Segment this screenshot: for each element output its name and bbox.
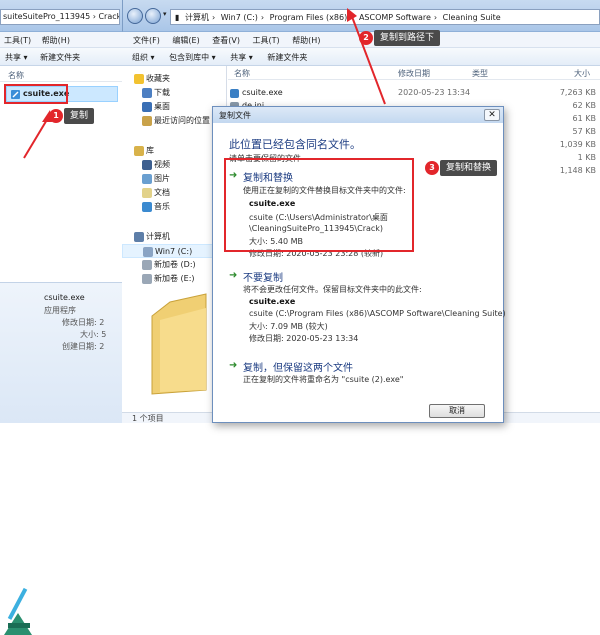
left-toolbar: 共享 ▾ 新建文件夹: [0, 48, 122, 66]
annotation-number: 3: [425, 161, 439, 175]
nav-music[interactable]: 音乐: [122, 200, 170, 214]
annotation-arrow-icon: [23, 110, 52, 159]
desktop-icon: [142, 102, 152, 112]
detail-file-name: csuite.exe: [44, 293, 85, 302]
nav-favorites[interactable]: 收藏夹: [122, 72, 170, 86]
organize-button[interactable]: 组织 ▾: [126, 48, 161, 67]
detail-size-label: 大小: 5: [80, 330, 107, 339]
detail-file-type: 应用程序: [44, 306, 76, 315]
left-menu-tools[interactable]: 工具(T): [0, 32, 35, 49]
option-file-name: csuite.exe: [249, 297, 296, 306]
annotation-arrow-icon: [347, 8, 386, 105]
nav-videos[interactable]: 视频: [122, 158, 170, 172]
dialog-title: 复制文件: [219, 111, 251, 120]
include-library-button[interactable]: 包含到库中 ▾: [163, 48, 222, 67]
nav-pictures[interactable]: 图片: [122, 172, 170, 186]
menu-edit[interactable]: 编辑(E): [167, 32, 204, 49]
app-large-icon: [4, 587, 32, 635]
nav-downloads[interactable]: 下载: [122, 86, 170, 100]
star-icon: [134, 74, 144, 84]
column-type[interactable]: 类型: [472, 68, 488, 79]
menu-tools[interactable]: 工具(T): [248, 32, 285, 49]
download-icon: [142, 88, 152, 98]
nav-drive-d[interactable]: 新加卷 (D:): [122, 258, 196, 272]
music-icon: [142, 202, 152, 212]
nav-drive-e[interactable]: 新加卷 (E:): [122, 272, 195, 286]
picture-icon: [142, 174, 152, 184]
drive-icon: [143, 247, 153, 257]
left-menu-bar: 工具(T) 帮助(H): [0, 32, 122, 48]
left-menu-help[interactable]: 帮助(H): [38, 32, 74, 49]
video-icon: [142, 160, 152, 170]
library-icon: [134, 146, 144, 156]
left-address-text: suiteSuitePro_113945 › Crack: [3, 12, 120, 21]
annotation-box-copy: [4, 84, 68, 104]
close-button[interactable]: ✕: [484, 109, 500, 121]
option-size: 大小: 7.09 MB (较大): [249, 322, 328, 331]
nav-documents[interactable]: 文档: [122, 186, 170, 200]
document-icon: [142, 188, 152, 198]
option-desc: 正在复制的文件将重命名为 "csuite (2).exe": [243, 375, 404, 384]
menu-help[interactable]: 帮助(H): [287, 32, 325, 49]
file-row[interactable]: csuite.exe 2020-05-23 13:34 7,263 KB: [230, 88, 600, 100]
annotation-number: 1: [49, 109, 63, 123]
dialog-titlebar: 复制文件 ✕: [213, 107, 503, 123]
computer-icon: [134, 232, 144, 242]
column-name[interactable]: 名称: [234, 68, 250, 79]
annotation-label: 复制: [64, 108, 95, 124]
column-date[interactable]: 修改日期: [398, 68, 430, 79]
nav-desktop[interactable]: 桌面: [122, 100, 170, 114]
arrow-right-icon: ➜: [229, 360, 238, 371]
back-button[interactable]: [127, 8, 143, 24]
cancel-button[interactable]: 取消: [429, 404, 485, 418]
option-modified: 修改日期: 2020-05-23 13:34: [249, 334, 359, 343]
folder-icon: ▮: [175, 13, 180, 22]
menu-file[interactable]: 文件(F): [128, 32, 165, 49]
dialog-heading: 此位置已经包含同名文件。: [229, 138, 361, 151]
nav-libraries[interactable]: 库: [122, 144, 154, 158]
nav-drive-c[interactable]: Win7 (C:): [122, 244, 226, 258]
option-title: 复制，但保留这两个文件: [243, 363, 353, 374]
new-folder-button[interactable]: 新建文件夹: [261, 48, 313, 67]
app-icon: [230, 89, 239, 98]
arrow-right-icon: ➜: [229, 270, 238, 281]
file-list-header: 名称 修改日期 类型 大小: [228, 66, 600, 80]
left-details-pane: csuite.exe 应用程序 修改日期: 2 大小: 5 创建日期: 2: [0, 282, 122, 635]
history-chevron-icon[interactable]: ▾: [163, 10, 167, 18]
path-segment-computer[interactable]: 计算机: [185, 13, 209, 22]
option-path: csuite (C:\Program Files (x86)\ASCOMP So…: [249, 309, 506, 318]
left-address-bar[interactable]: suiteSuitePro_113945 › Crack: [0, 9, 120, 25]
path-segment-cleaning-suite[interactable]: Cleaning Suite: [443, 13, 501, 22]
nav-computer[interactable]: 计算机: [122, 230, 170, 244]
left-share-button[interactable]: 共享 ▾: [0, 48, 33, 67]
option-title: 不要复制: [243, 273, 283, 284]
column-size[interactable]: 大小: [574, 68, 590, 79]
detail-modified-label: 修改日期: 2: [62, 318, 105, 327]
annotation-label: 复制到路径下: [374, 30, 441, 46]
annotation-number: 2: [359, 31, 373, 45]
option-desc: 将不会更改任何文件。保留目标文件夹中的此文件:: [243, 285, 422, 294]
drive-icon: [142, 260, 152, 270]
menu-view[interactable]: 查看(V): [207, 32, 245, 49]
forward-button[interactable]: [145, 8, 161, 24]
folder-large-icon: [151, 293, 207, 395]
copy-file-dialog: 复制文件 ✕ 此位置已经包含同名文件。 请单击要保留的文件 ➜ 复制和替换 使用…: [212, 106, 506, 423]
recent-places-icon: [142, 116, 152, 126]
detail-created-label: 创建日期: 2: [62, 342, 105, 351]
path-segment-program-files[interactable]: Program Files (x86): [270, 13, 348, 22]
path-segment-drive[interactable]: Win7 (C:): [221, 13, 258, 22]
nav-recent[interactable]: 最近访问的位置: [122, 114, 210, 128]
annotation-box-copy-replace: [224, 158, 414, 252]
drive-icon: [142, 274, 152, 284]
left-new-folder-button[interactable]: 新建文件夹: [35, 48, 85, 67]
annotation-label: 复制和替换: [440, 160, 498, 176]
share-button[interactable]: 共享 ▾: [224, 48, 259, 67]
left-column-name-header[interactable]: 名称: [0, 68, 122, 82]
